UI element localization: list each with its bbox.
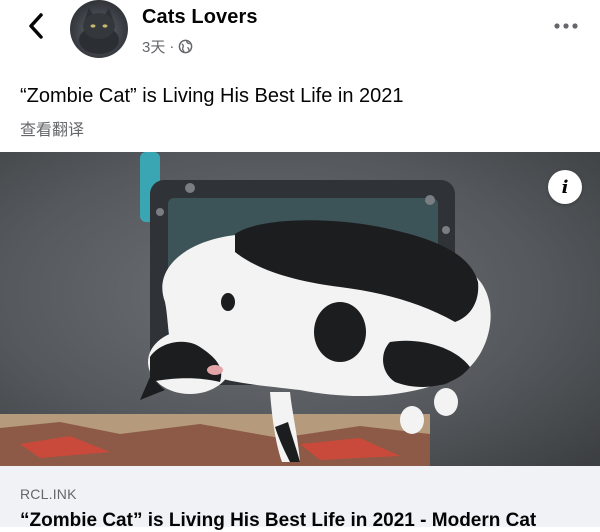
- chevron-left-icon: [29, 13, 43, 39]
- avatar[interactable]: [70, 0, 128, 58]
- meta-separator: ·: [169, 38, 175, 55]
- globe-icon: [179, 39, 193, 54]
- info-icon: i: [561, 176, 569, 198]
- more-horizontal-icon: [554, 23, 578, 29]
- see-translation-link[interactable]: 查看翻译: [20, 116, 84, 140]
- page-name[interactable]: Cats Lovers: [142, 6, 258, 29]
- link-preview-card[interactable]: RCL.INK “Zombie Cat” is Living His Best …: [0, 466, 600, 531]
- link-title: “Zombie Cat” is Living His Best Life in …: [20, 510, 537, 531]
- post-time[interactable]: 3天: [142, 36, 165, 57]
- post-meta: 3天 ·: [142, 36, 193, 57]
- post-header: Cats Lovers 3天 ·: [0, 0, 600, 72]
- info-button[interactable]: i: [548, 170, 582, 204]
- post-text: “Zombie Cat” is Living His Best Life in …: [20, 85, 404, 107]
- cat-photo: [0, 152, 600, 466]
- back-button[interactable]: [20, 10, 52, 42]
- link-preview-image[interactable]: i: [0, 152, 600, 466]
- more-options-button[interactable]: [552, 16, 580, 36]
- link-domain: RCL.INK: [20, 486, 77, 502]
